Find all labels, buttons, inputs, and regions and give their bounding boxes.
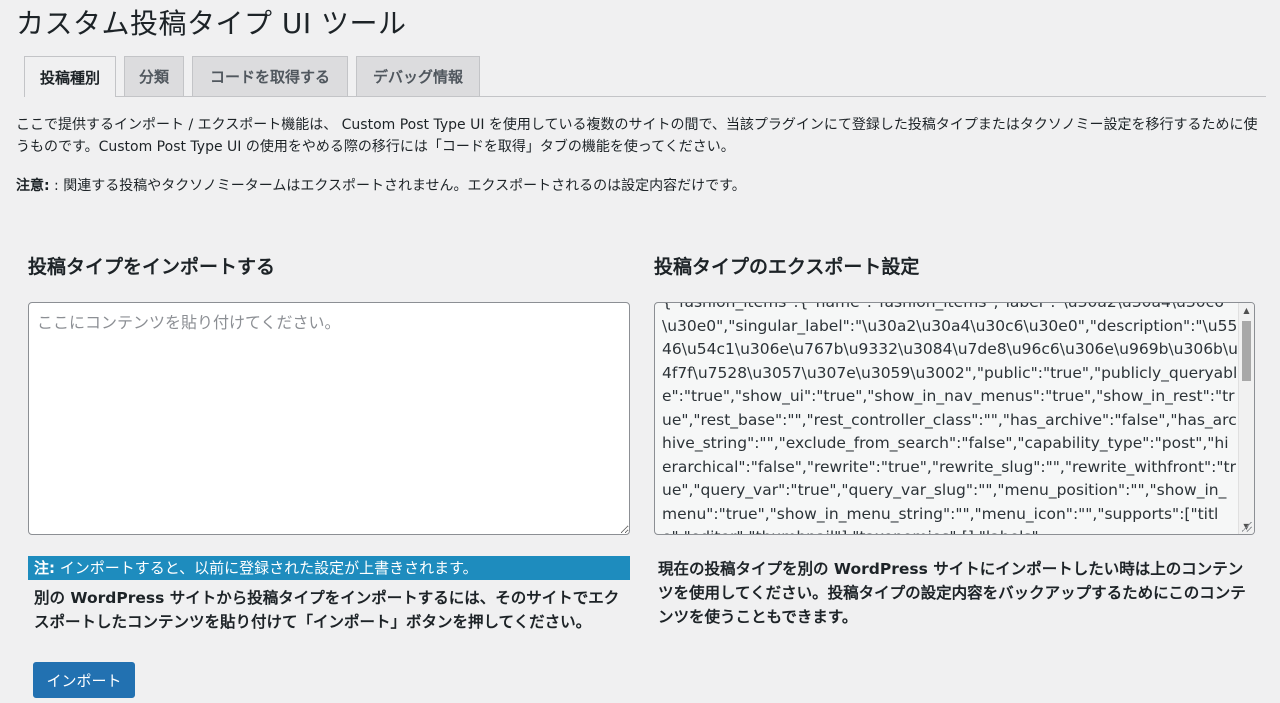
scroll-thumb[interactable] (1242, 321, 1251, 381)
import-description: 別の WordPress サイトから投稿タイプをインポートするには、そのサイトで… (34, 589, 620, 631)
tab-post-types[interactable]: 投稿種別 (24, 56, 116, 97)
tab-debug-info[interactable]: デバッグ情報 (356, 56, 480, 96)
tab-bar: 投稿種別 分類 コードを取得する デバッグ情報 (24, 56, 1266, 97)
note-text: : 関連する投稿やタクソノミータームはエクスポートされません。エクスポートされる… (49, 178, 746, 194)
export-textarea[interactable]: {"fashion_items":{"name":"fashion_items"… (654, 302, 1255, 535)
warning-text: インポートすると、以前に登録された設定が上書きされます。 (55, 559, 478, 577)
import-button[interactable]: インポート (33, 662, 135, 698)
intro-text: ここで提供するインポート / エクスポート機能は、 Custom Post Ty… (16, 117, 1258, 155)
export-heading: 投稿タイプのエクスポート設定 (654, 256, 920, 278)
warning-label: 注: (34, 559, 55, 577)
tab-get-code[interactable]: コードを取得する (192, 56, 348, 96)
import-warning: 注: インポートすると、以前に登録された設定が上書きされます。 (28, 556, 630, 580)
page-title: カスタム投稿タイプ UI ツール (16, 7, 407, 40)
export-description: 現在の投稿タイプを別の WordPress サイトにインポートしたい時は上のコン… (658, 560, 1246, 626)
export-content: {"fashion_items":{"name":"fashion_items"… (662, 302, 1238, 534)
import-textarea[interactable] (28, 302, 630, 535)
export-note: 注意: : 関連する投稿やタクソノミータームはエクスポートされません。エクスポー… (16, 175, 1266, 197)
resize-grip-icon[interactable] (1242, 522, 1252, 532)
tab-taxonomies[interactable]: 分類 (124, 56, 184, 96)
export-scrollbar[interactable]: ▲ ▼ (1238, 303, 1254, 534)
import-heading: 投稿タイプをインポートする (28, 256, 276, 278)
scroll-up-arrow-icon[interactable]: ▲ (1239, 303, 1254, 318)
note-label: 注意: (16, 178, 50, 194)
